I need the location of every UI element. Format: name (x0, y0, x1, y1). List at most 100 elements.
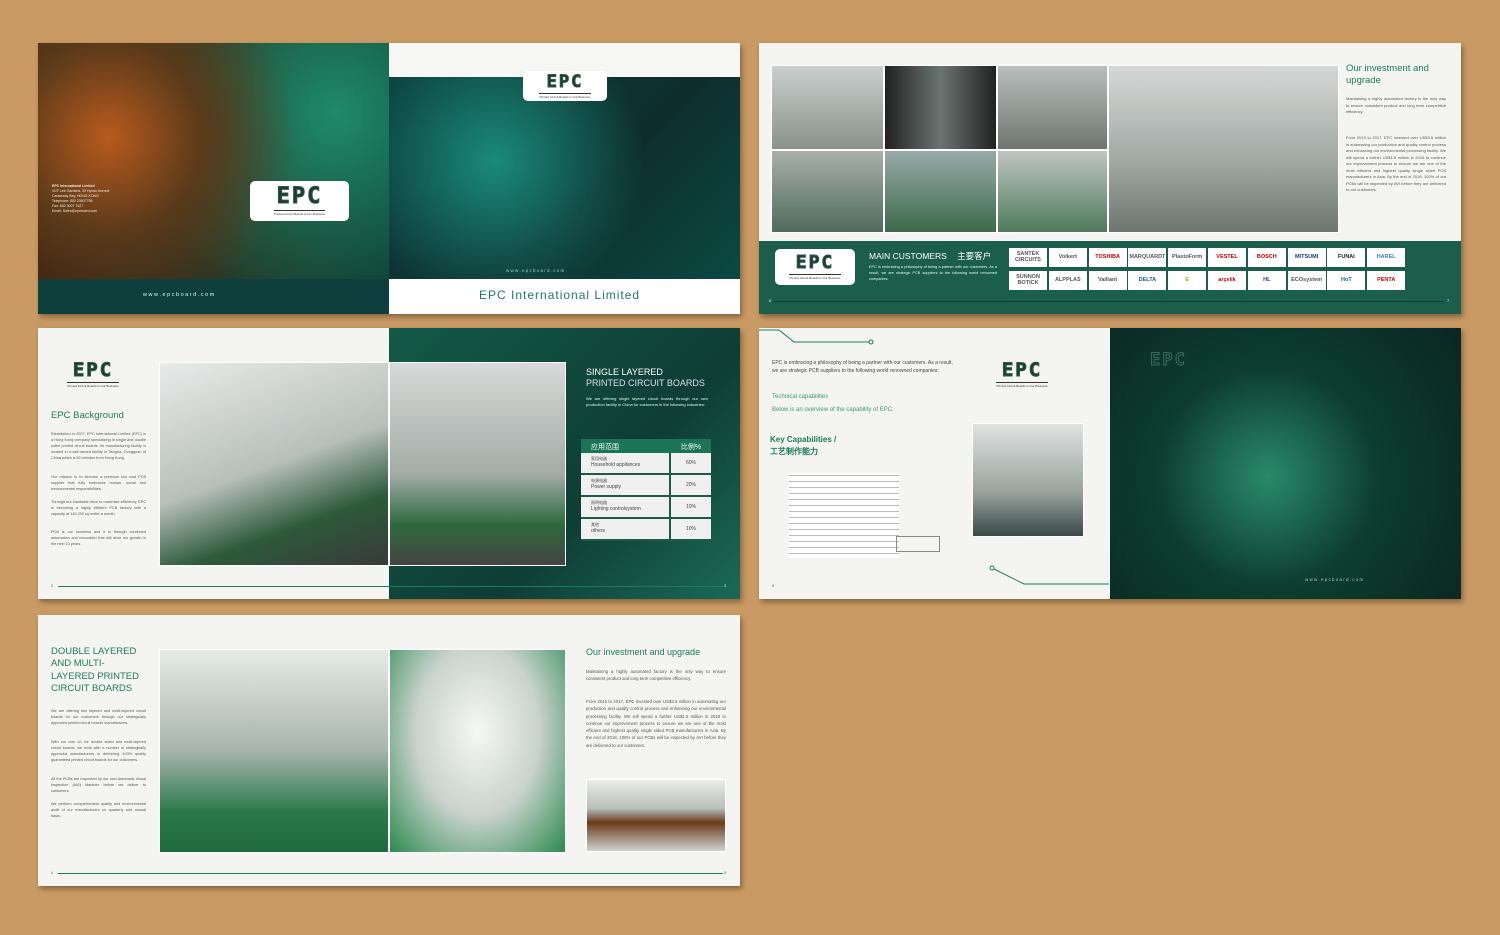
front-cover-logo: EPC Printed Circuit Boards is Our Busine… (523, 71, 607, 101)
customer-logo: arçelik (1208, 271, 1246, 290)
investment-p1: Maintaining a highly automated factory i… (1346, 96, 1446, 114)
factory-photo (884, 150, 997, 233)
double-p3: All the PCBs are inspected by our own Au… (51, 777, 146, 793)
pcb-closeup-panel: EPC w w w . e p c b o a r d . c o m (1110, 328, 1461, 599)
table-row: 电源电器 Power supply 20% (581, 475, 711, 497)
customer-logo: MITSUMI (1287, 248, 1326, 267)
back-cover-website: w w w . e p c b o a r d . c o m (143, 292, 215, 298)
machine-photo (159, 362, 389, 566)
overview-text: Below is an overview of the capability o… (772, 407, 894, 413)
customer-logo: Volkert (1048, 248, 1087, 267)
header-percent: 比例% (680, 444, 702, 451)
page-number: 6 (769, 298, 772, 303)
industry-table: 应用范围 比例% 家用电器 Household appliances 60% 电源电器 P… (581, 439, 711, 541)
production-floor-photo (159, 649, 389, 853)
front-cover-footer: EPC International Limited (389, 279, 740, 314)
logo-text: EPC (795, 252, 835, 273)
customer-logo: TOSHIBA (1088, 248, 1127, 267)
page-number: 7 (1447, 298, 1450, 303)
background-p3: Through our insatiable drive to maximise… (51, 500, 146, 516)
office-photo (972, 423, 1084, 537)
dimension-diagram (896, 536, 940, 552)
customer-logo: ALPPLAS (1048, 271, 1087, 290)
customer-logo: VESTEL (1208, 248, 1246, 267)
background-p2: Our mission is to become a premium low c… (51, 475, 146, 491)
header-application: 应用范围 (591, 444, 619, 451)
intro-text: EPC is embracing a philosophy of being a… (772, 360, 953, 374)
key-capabilities-title: Key Capabilities / 工艺制作能力 (770, 434, 836, 458)
customer-logo: HoT (1327, 271, 1366, 290)
customer-logo: BOSCH (1247, 248, 1286, 267)
footer-rule (58, 586, 723, 587)
industry-en: Power supply (591, 484, 622, 490)
cover-spread: EPC International Limited 41/F Lee Garde… (38, 43, 740, 314)
customer-logo: FUNAI (1327, 248, 1366, 267)
industry-percent: 20% (685, 482, 696, 488)
machine-photo (389, 362, 566, 566)
page-logo: EPC Printed Circuit Boards is Our Busine… (977, 358, 1067, 390)
investment-title: Our investment and upgrade (1346, 63, 1429, 86)
customers-title-cn: 主要客户 (957, 251, 992, 261)
front-cover-website: w w w . e p c b o a r d . c o m (506, 268, 565, 273)
page-number: 2 (51, 583, 54, 588)
page-number: 3 (724, 583, 727, 588)
investment-p1: Maintaining a highly automated factory i… (586, 669, 726, 682)
customer-logo: PENTA (1367, 271, 1406, 290)
customer-logo: HL (1247, 271, 1286, 290)
customer-logo: E (1168, 271, 1207, 290)
customers-title: MAIN CUSTOMERS 主要客户 (869, 250, 991, 262)
page-number: 4 (51, 870, 54, 875)
capabilities-list (789, 473, 899, 558)
customer-logo: PlastoForm (1168, 248, 1207, 267)
industry-en: others (591, 528, 605, 534)
customer-logo: DELTA (1128, 271, 1167, 290)
logo-tagline: Printed Circuit Boards is Our Business (539, 92, 591, 99)
industry-percent: 10% (685, 526, 696, 532)
table-header: 应用范围 比例% (581, 439, 711, 453)
technical-capabilities: Technical capabilities (772, 394, 829, 400)
single-text: We are offering single layered circuit b… (586, 396, 708, 407)
factory-photo (771, 65, 884, 150)
contact-email: Email: Sales@epcboard.com (52, 209, 98, 213)
contact-block: EPC International Limited 41/F Lee Garde… (52, 184, 110, 214)
logo-text: EPC (1001, 358, 1043, 381)
investment-customers-spread: Our investment and upgrade Maintaining a… (759, 43, 1461, 314)
panel-logo: EPC (1126, 346, 1211, 374)
key-capabilities-cn: 工艺制作能力 (770, 447, 818, 456)
logo-text: EPC (546, 71, 584, 92)
single-title-line1: SINGLE LAYERED (586, 367, 663, 377)
customers-title-en: MAIN CUSTOMERS (869, 251, 947, 261)
background-title: EPC Background (51, 410, 124, 421)
double-p1: We are offering two layered and multi-la… (51, 709, 146, 725)
customer-logo: SUNNON BOTICK (1009, 271, 1047, 290)
customer-logo: ECOsystem (1287, 271, 1326, 290)
circuit-trace-decoration (989, 565, 1109, 585)
industry-en: Household appliances (591, 462, 641, 468)
table-row: 照明电器 Lighting controlsystem 10% (581, 497, 711, 519)
back-cover-image (38, 43, 389, 279)
investment-title: Our investment and upgrade (586, 647, 701, 657)
inspection-machine-photo (586, 779, 726, 852)
investment-p2: From 2015 to 2017, EPC invested over US$… (586, 699, 726, 748)
background-p4: PCB is our business and it is through co… (51, 530, 146, 546)
customers-band: EPC Printed Circuit Boards is Our Busine… (759, 241, 1461, 314)
table-row: 其他 others 10% (581, 519, 711, 541)
industry-percent: 10% (685, 504, 696, 510)
double-title: DOUBLE LAYERED AND MULTI-LAYERED PRINTED… (51, 646, 139, 694)
background-single-layer-spread: EPC Printed Circuit Boards is Our Busine… (38, 328, 740, 599)
single-title: SINGLE LAYERED PRINTED CIRCUIT BOARDS (586, 367, 705, 389)
footer-rule (58, 873, 723, 874)
background-p1: Established in 2007, EPC International L… (51, 432, 146, 460)
logo-text: EPC (276, 184, 323, 209)
logo-tagline: Printed Circuit Boards is Our Business (996, 381, 1048, 388)
logo-text: EPC (72, 358, 114, 381)
page-number: 5 (724, 870, 727, 875)
double-layer-spread: DOUBLE LAYERED AND MULTI-LAYERED PRINTED… (38, 615, 740, 886)
double-p2: With our own UL for double sided and mul… (51, 740, 146, 762)
footer-rule (773, 301, 1443, 302)
industry-en: Lighting controlsystem (591, 506, 641, 512)
logo-text: EPC (1150, 349, 1187, 370)
factory-photo (884, 65, 997, 150)
corridor-photo (389, 649, 566, 853)
key-capabilities-en: Key Capabilities / (770, 435, 837, 444)
